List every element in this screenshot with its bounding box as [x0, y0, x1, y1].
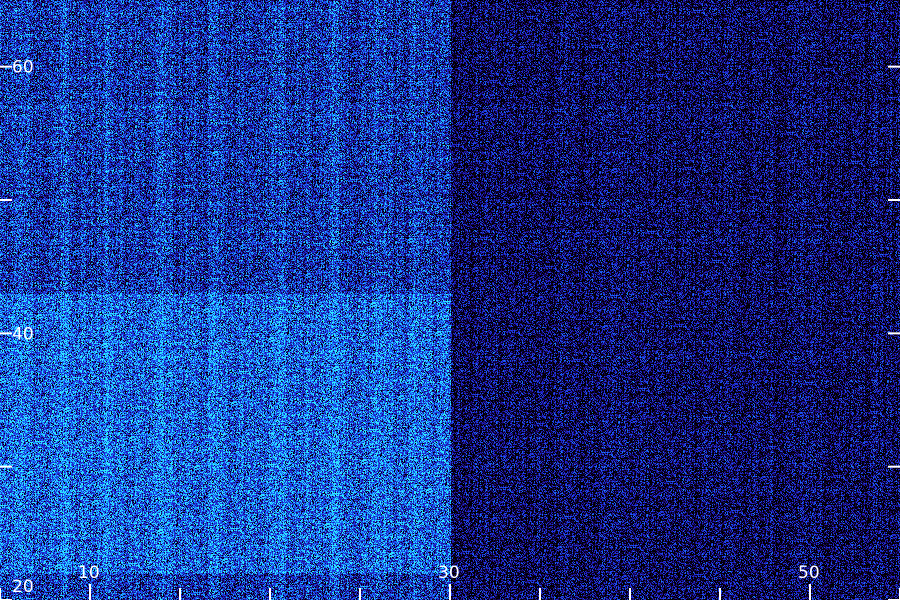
y-tick-label: 40	[12, 324, 34, 344]
y-tick-label: 20	[12, 577, 34, 597]
x-tick-label: 10	[78, 563, 100, 583]
y-axis: 20 40 60	[0, 58, 900, 600]
x-tick-label: 50	[798, 563, 820, 583]
x-axis: 10 30 50	[0, 563, 900, 600]
y-tick-label: 60	[12, 58, 34, 78]
spectrogram-chart: 10 30 50 20 40 60	[0, 0, 900, 600]
x-tick-label: 30	[438, 563, 460, 583]
chart-axes: 10 30 50 20 40 60	[0, 58, 900, 600]
